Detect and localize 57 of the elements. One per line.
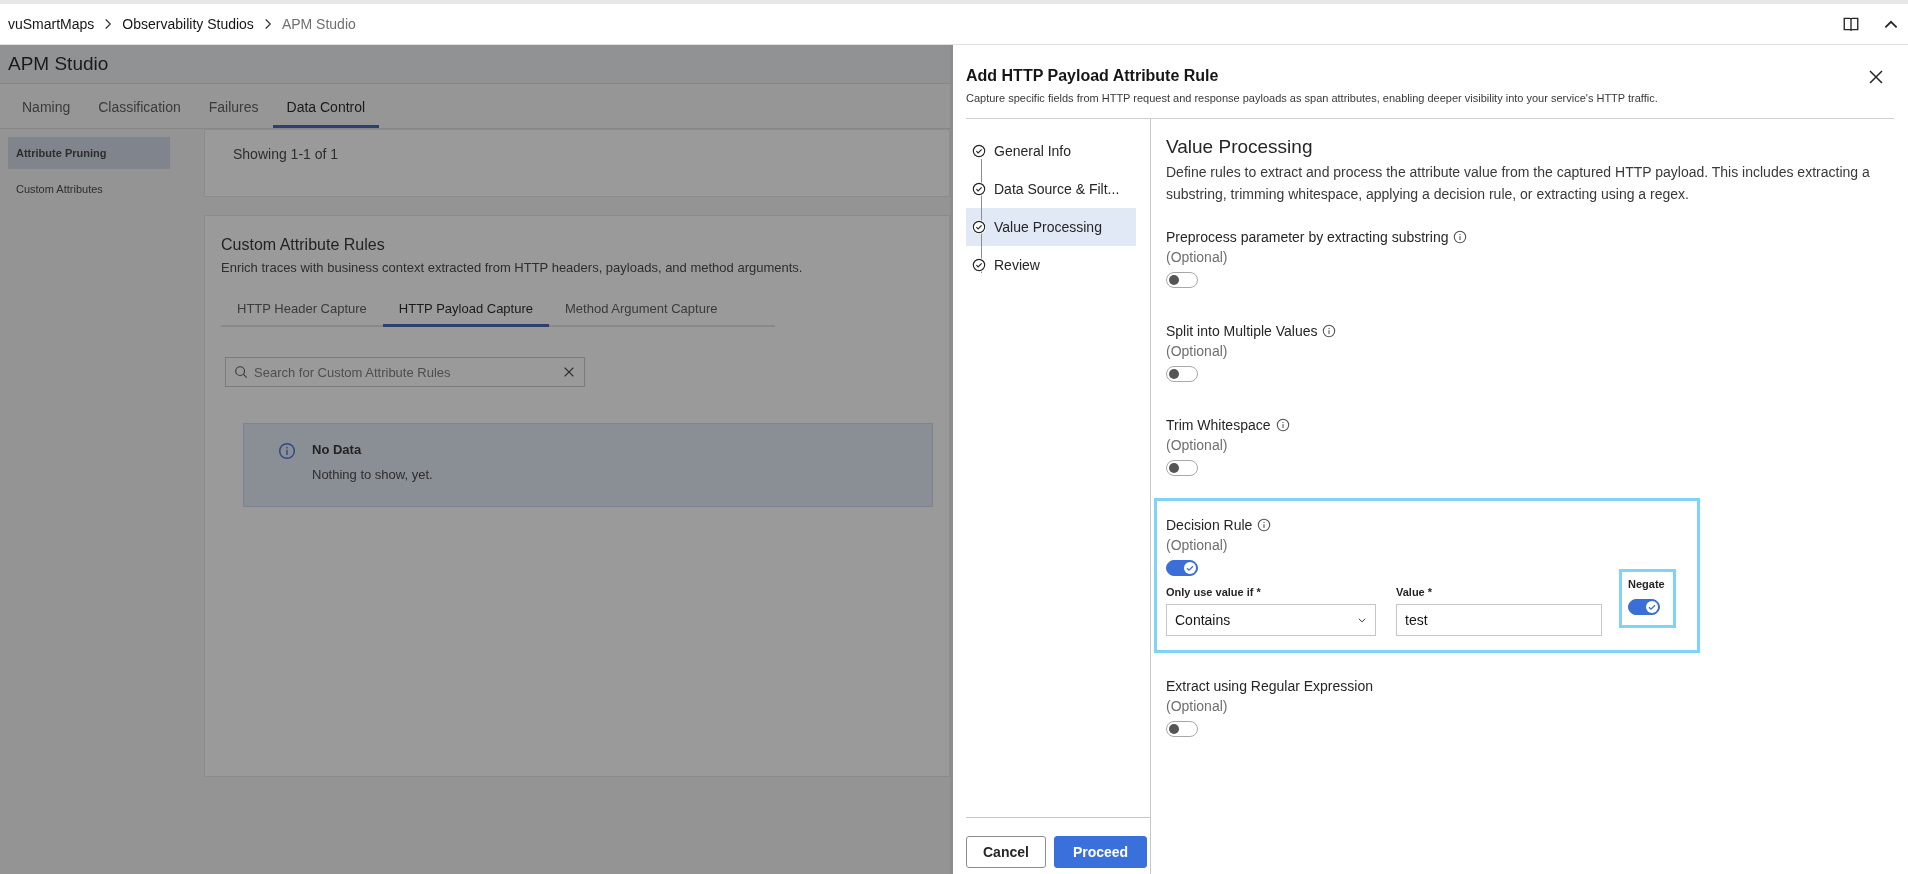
option-label: Trim Whitespace <box>1166 417 1271 433</box>
section-description: Define rules to extract and process the attribute value from the captured HTTP payload. This includes extracting a substring, trimming whitespace, applying a decision rule, or extracting using a regex. <box>1166 163 1871 204</box>
breadcrumb-link[interactable]: Observability Studios <box>122 16 254 32</box>
card-description: Enrich traces with business context extracted from HTTP headers, payloads, and method arguments. <box>221 260 804 275</box>
check-circle-icon <box>972 220 986 234</box>
optional-note: (Optional) <box>1166 343 1229 359</box>
toggle-switch[interactable] <box>1166 560 1198 576</box>
optional-note: (Optional) <box>1166 437 1229 453</box>
check-circle-icon <box>972 144 986 158</box>
option-label: Extract using Regular Expression <box>1166 678 1373 694</box>
alert-message: Nothing to show, yet. <box>312 467 433 482</box>
alert-title: No Data <box>312 442 363 457</box>
option-label: Decision Rule <box>1166 517 1253 533</box>
toggle-switch[interactable] <box>1166 366 1198 382</box>
breadcrumb-link[interactable]: vuSmartMaps <box>8 16 95 32</box>
toggle-switch[interactable] <box>1628 599 1660 615</box>
toggle-switch[interactable] <box>1166 460 1198 476</box>
step-item[interactable]: Value Processing <box>966 208 1136 246</box>
tab[interactable]: Naming <box>8 99 85 128</box>
drawer-description: Capture specific fields from HTTP request and response payloads as span attributes, enabling deeper visibility into your service's HTTP traffic. <box>966 92 1658 104</box>
results-count: Showing 1-1 of 1 <box>233 146 339 162</box>
field-label: Negate <box>1628 578 1665 590</box>
sidebar-item[interactable]: Custom Attributes <box>8 173 170 205</box>
field-label: Only use value if * <box>1166 586 1262 598</box>
optional-note: (Optional) <box>1166 537 1229 553</box>
caret-down-icon <box>1357 615 1367 625</box>
drawer-title: Add HTTP Payload Attribute Rule <box>966 67 1220 85</box>
optional-note: (Optional) <box>1166 249 1229 265</box>
step-item[interactable]: Data Source & Filt... <box>966 170 1136 208</box>
option-label: Preprocess parameter by extracting substring <box>1166 229 1449 245</box>
step-item[interactable]: Review <box>966 246 1136 284</box>
input-field[interactable]: test <box>1396 604 1602 636</box>
check-circle-icon <box>972 258 986 272</box>
select-field[interactable]: Contains <box>1166 604 1376 636</box>
field-label: Value * <box>1396 586 1434 598</box>
select-value: Contains <box>1175 612 1231 628</box>
tab[interactable]: Method Argument Capture <box>549 301 734 327</box>
search-field[interactable]: Search for Custom Attribute Rules <box>225 357 585 387</box>
tab[interactable]: Failures <box>194 99 273 128</box>
proceed-button[interactable]: Proceed <box>1053 836 1148 868</box>
tab[interactable]: Classification <box>84 99 195 128</box>
option-label: Split into Multiple Values <box>1166 323 1318 339</box>
step-item[interactable]: General Info <box>966 132 1136 170</box>
check-circle-icon <box>972 182 986 196</box>
sidebar-item[interactable]: Attribute Pruning <box>8 137 170 169</box>
clear-icon <box>562 365 576 379</box>
toggle-switch[interactable] <box>1166 721 1198 737</box>
book-icon <box>1842 15 1860 33</box>
cancel-button[interactable]: Cancel <box>966 836 1046 868</box>
toggle-switch[interactable] <box>1166 272 1198 288</box>
section-title: Value Processing <box>1166 136 1314 158</box>
info-icon <box>278 442 296 460</box>
tab[interactable]: HTTP Payload Capture <box>382 301 549 327</box>
tab[interactable]: HTTP Header Capture <box>221 301 383 327</box>
card-title: Custom Attribute Rules <box>221 236 386 254</box>
optional-note: (Optional) <box>1166 698 1229 714</box>
close-icon[interactable] <box>1868 69 1884 85</box>
